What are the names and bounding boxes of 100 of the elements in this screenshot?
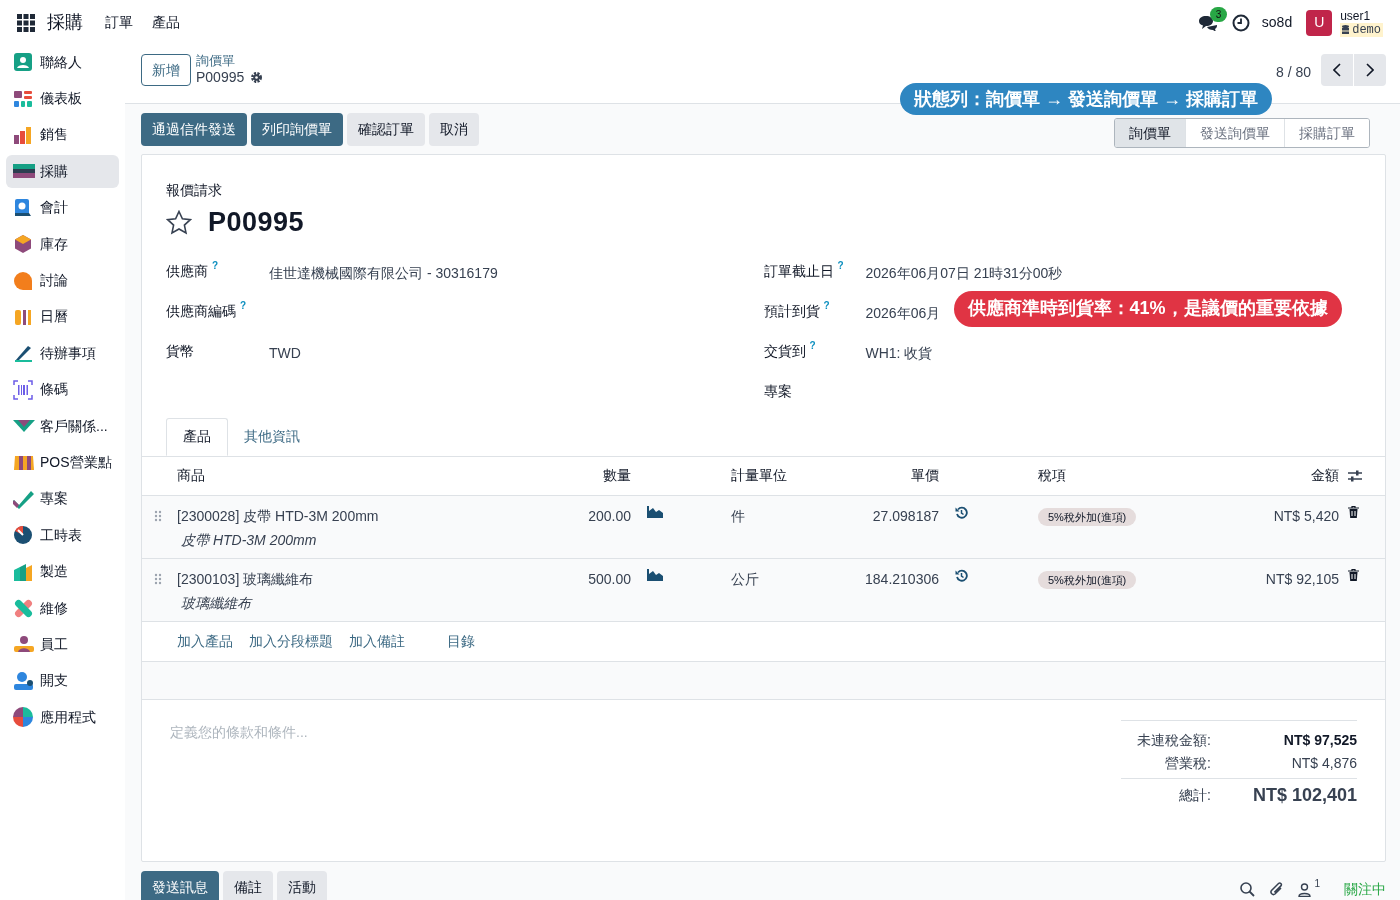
- uom-cell[interactable]: 公斤: [731, 570, 759, 587]
- action-button[interactable]: 列印詢價單: [251, 112, 343, 146]
- total-value: NT$ 97,525: [1282, 730, 1357, 750]
- sidebar-item[interactable]: 製造: [6, 555, 119, 588]
- app-title[interactable]: 採購: [47, 9, 83, 36]
- status-stage[interactable]: 詢價單: [1115, 119, 1185, 147]
- total-label: 營業稅:: [1164, 753, 1211, 773]
- person-icon[interactable]: [1298, 882, 1312, 897]
- help-mark[interactable]: ?: [809, 340, 816, 351]
- chatter-button[interactable]: 備註: [223, 871, 273, 900]
- chatter-button[interactable]: 活動: [277, 871, 327, 900]
- next-button[interactable]: [1354, 54, 1386, 86]
- sidebar-item[interactable]: 銷售: [6, 118, 119, 152]
- sidebar-item[interactable]: 應用程式: [6, 701, 119, 734]
- column-settings-icon[interactable]: [1348, 469, 1362, 482]
- field-value[interactable]: 佳世達機械國際有限公司 - 30316179: [269, 262, 498, 284]
- field-value[interactable]: 2026年06月: [865, 302, 941, 324]
- add-line-link[interactable]: 目錄: [447, 630, 475, 652]
- database-name: so8d: [1261, 13, 1293, 32]
- sidebar-item[interactable]: 儀表板: [6, 82, 119, 115]
- trash-icon[interactable]: [1348, 568, 1359, 581]
- paperclip-icon[interactable]: [1269, 882, 1285, 897]
- user-avatar[interactable]: U: [1306, 9, 1333, 36]
- sidebar-item[interactable]: 庫存: [6, 227, 119, 261]
- settings-icon[interactable]: [250, 70, 264, 84]
- search-icon[interactable]: [1240, 882, 1256, 897]
- chatter-button[interactable]: 發送訊息: [141, 871, 219, 900]
- user-name: user1: [1340, 8, 1372, 23]
- sidebar-item[interactable]: 日曆: [6, 300, 119, 334]
- action-button[interactable]: 確認訂單: [347, 112, 425, 146]
- tax-tag[interactable]: 5%稅外加(進項): [1038, 570, 1137, 589]
- sidebar-item[interactable]: 開支: [6, 664, 119, 698]
- area-chart-icon[interactable]: [647, 568, 663, 581]
- field-value[interactable]: WH1: 收貨: [865, 342, 933, 364]
- unit-price-cell[interactable]: 27.098187: [872, 507, 939, 524]
- chat-icon[interactable]: [1197, 14, 1218, 31]
- trash-icon[interactable]: [1348, 505, 1359, 518]
- drag-handle-icon[interactable]: [154, 572, 162, 585]
- history-icon[interactable]: [955, 505, 968, 519]
- breadcrumb-link[interactable]: 詢價單: [196, 53, 264, 69]
- unit-price-cell[interactable]: 184.210306: [865, 570, 939, 587]
- product-cell[interactable]: [2300028] 皮帶 HTD-3M 200mm: [177, 505, 537, 527]
- help-mark[interactable]: ?: [240, 300, 247, 311]
- add-line-link[interactable]: 加入產品: [177, 630, 233, 652]
- column-header[interactable]: 稅項: [1038, 467, 1066, 483]
- sidebar-item[interactable]: 待辦事項: [6, 337, 119, 370]
- history-icon[interactable]: [955, 568, 968, 582]
- factory-icon: [13, 561, 35, 582]
- check-mark-icon: [13, 488, 35, 509]
- sidebar-item[interactable]: 採購: [6, 155, 119, 188]
- tax-tag[interactable]: 5%稅外加(進項): [1038, 507, 1137, 526]
- help-mark[interactable]: ?: [823, 300, 830, 311]
- add-line-link[interactable]: 加入分段標題: [249, 630, 333, 652]
- add-line-link[interactable]: 加入備註: [349, 630, 405, 652]
- help-mark[interactable]: ?: [212, 260, 219, 271]
- sidebar-item[interactable]: 客戶關係...: [6, 409, 119, 443]
- action-button[interactable]: 取消: [429, 112, 479, 146]
- sidebar-item[interactable]: 工時表: [6, 519, 119, 552]
- product-description: 皮帶 HTD-3M 200mm: [181, 530, 318, 550]
- uom-cell[interactable]: 件: [731, 507, 745, 524]
- help-mark[interactable]: ?: [837, 260, 844, 271]
- sidebar-item[interactable]: 討論: [6, 264, 119, 297]
- field-value[interactable]: TWD: [269, 342, 301, 364]
- quantity-cell[interactable]: 500.00: [588, 570, 631, 587]
- area-chart-icon[interactable]: [647, 505, 663, 518]
- sidebar-item[interactable]: POS營業點: [6, 446, 119, 479]
- previous-button[interactable]: [1321, 54, 1353, 86]
- column-header[interactable]: 金額: [1311, 467, 1339, 483]
- new-button[interactable]: 新增: [141, 54, 191, 86]
- tab[interactable]: 其他資訊: [228, 417, 316, 456]
- status-stage[interactable]: 採購訂單: [1284, 119, 1369, 147]
- field-value[interactable]: 2026年06月07日 21時31分00秒: [865, 262, 1063, 284]
- sidebar-item[interactable]: 維修: [6, 591, 119, 625]
- pen-stroke-icon: [13, 343, 35, 364]
- sidebar-item[interactable]: 條碼: [6, 373, 119, 406]
- apps-menu-icon[interactable]: [17, 13, 35, 32]
- product-description: 玻璃纖維布: [181, 593, 254, 613]
- sidebar-item[interactable]: 員工: [6, 628, 119, 661]
- sidebar-item[interactable]: 專案: [6, 482, 119, 516]
- menu-item[interactable]: 產品: [152, 12, 180, 33]
- star-icon[interactable]: [166, 209, 192, 235]
- sidebar-item[interactable]: 聯絡人: [6, 46, 119, 79]
- clock-icon[interactable]: [1231, 13, 1250, 32]
- stopwatch-icon: [13, 525, 35, 546]
- field-label: 專案: [763, 381, 792, 401]
- field-label: 供應商: [166, 261, 208, 281]
- tab[interactable]: 產品: [166, 417, 228, 456]
- sidebar-item[interactable]: 會計: [6, 191, 119, 224]
- speech-bubble-icon: [13, 270, 35, 291]
- drag-handle-icon[interactable]: [154, 509, 162, 522]
- menu-item[interactable]: 訂單: [105, 12, 133, 33]
- column-header[interactable]: 數量: [603, 467, 631, 483]
- total-label: 總計:: [1178, 785, 1211, 805]
- action-button[interactable]: 通過信件發送: [141, 112, 247, 146]
- column-header[interactable]: 計量單位: [731, 467, 787, 483]
- column-header[interactable]: 單價: [911, 467, 939, 483]
- quantity-cell[interactable]: 200.00: [588, 507, 631, 524]
- product-cell[interactable]: [2300103] 玻璃纖維布: [177, 568, 537, 590]
- column-header[interactable]: 商品: [177, 467, 205, 483]
- status-stage[interactable]: 發送詢價單: [1185, 119, 1284, 147]
